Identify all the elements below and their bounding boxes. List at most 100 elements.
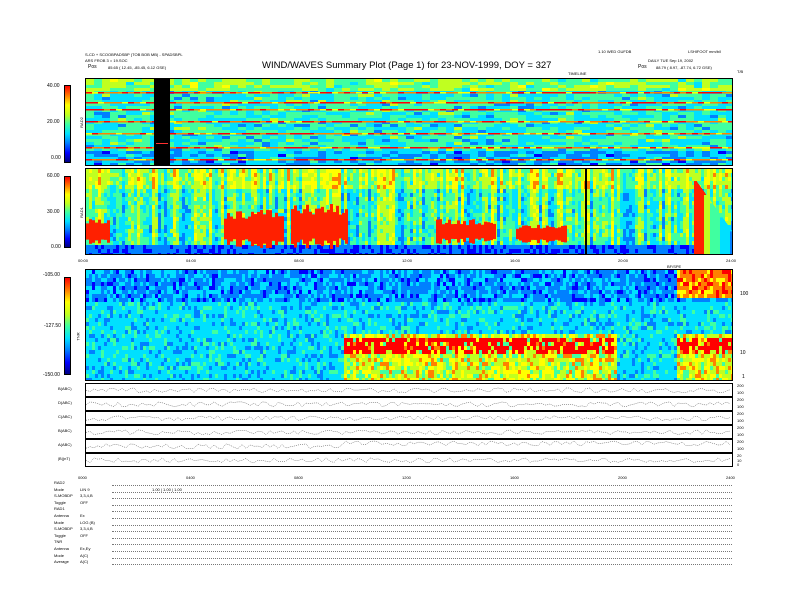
- rad1-cell: [89, 213, 92, 217]
- rad2-cell: [318, 85, 326, 88]
- rad2-cell: [670, 106, 678, 109]
- rad2-cell: [622, 127, 630, 130]
- rad1-cell: [128, 193, 131, 197]
- rad1-cell: [161, 177, 164, 181]
- rad1-cell: [206, 209, 209, 213]
- rad2-cell: [598, 124, 606, 127]
- rad1-cell: [158, 209, 161, 213]
- rad2-band-cell: [470, 92, 476, 94]
- rad2-cell: [94, 127, 102, 130]
- rad2-cell: [390, 127, 398, 130]
- rad2-band-cell: [506, 159, 512, 161]
- rad2-band-cell: [452, 133, 458, 135]
- rad2-cell: [606, 130, 614, 133]
- rad2-band-cell: [446, 147, 452, 149]
- rad2-cell: [366, 106, 374, 109]
- rad1-cell: [260, 185, 263, 189]
- rad2-band-cell: [464, 133, 470, 135]
- rad1-cell: [143, 189, 146, 193]
- rad2-cell: [190, 163, 198, 165]
- rad1-cell: [242, 193, 245, 197]
- rad2-band-cell: [518, 121, 524, 123]
- rad1-cell: [317, 205, 320, 209]
- rad2-band-cell: [644, 159, 650, 161]
- rad1-cell: [278, 249, 281, 253]
- rad2-band-cell: [458, 109, 464, 111]
- rad1-cell: [209, 241, 212, 245]
- rad2-cell: [86, 151, 94, 154]
- rad2-cell: [662, 151, 670, 154]
- rad2-band-cell: [692, 92, 698, 94]
- rad1-cell: [116, 193, 119, 197]
- rad2-cell: [478, 136, 486, 139]
- rad1-cell: [92, 185, 95, 189]
- rad2-band-cell: [416, 159, 422, 161]
- rad2-cell: [222, 94, 230, 97]
- rad2-band-cell: [590, 147, 596, 149]
- rad1-cell: [164, 205, 167, 209]
- rad1-cell: [290, 181, 293, 185]
- rad1-cell: [221, 249, 224, 253]
- rad2-band-cell: [146, 109, 152, 111]
- rad1-cell: [137, 233, 140, 237]
- rad2-cell: [686, 82, 694, 85]
- rad2-band-cell: [590, 133, 596, 135]
- rad2-band-cell: [314, 133, 320, 135]
- rad2-cell: [366, 79, 374, 82]
- rad2-cell: [398, 151, 406, 154]
- rad2-cell: [590, 163, 598, 165]
- rad1-cell: [128, 253, 131, 254]
- rad2-band-cell: [692, 102, 698, 104]
- rad1-cell: [212, 221, 215, 225]
- rad2-band-cell: [236, 159, 242, 161]
- rad2-cell: [318, 94, 326, 97]
- rad1-cell: [125, 249, 128, 253]
- rad1-cell: [302, 249, 305, 253]
- rad1-cell: [251, 205, 254, 209]
- rad2-cell: [326, 88, 334, 91]
- rad2-band-cell: [710, 159, 716, 161]
- rad1-cell: [215, 209, 218, 213]
- rad2-cell: [558, 124, 566, 127]
- rad2-cell: [174, 139, 182, 142]
- rad1-cell: [284, 221, 287, 225]
- rad1-cell: [176, 245, 179, 249]
- rad1-cell: [110, 213, 113, 217]
- rad2-cell: [454, 142, 462, 145]
- rad1-cell: [266, 249, 269, 253]
- rad2-cell: [86, 106, 94, 109]
- rad1-cell: [236, 201, 239, 205]
- rad1-cell: [278, 185, 281, 189]
- rad1-cell: [188, 189, 191, 193]
- rad1-cell: [299, 197, 302, 201]
- rad2-band-cell: [362, 159, 368, 161]
- rad2-cell: [286, 118, 294, 121]
- rad2-cell: [598, 136, 606, 139]
- rad2-cell: [702, 115, 710, 118]
- rad1-cell: [122, 189, 125, 193]
- rad2-cell: [526, 163, 534, 165]
- rad2-cell: [374, 106, 382, 109]
- rad2-band-cell: [722, 147, 728, 149]
- rad1-cell: [119, 221, 122, 225]
- rad1-cell: [248, 201, 251, 205]
- rad2-band-cell: [512, 92, 518, 94]
- rad2-band-cell: [224, 121, 230, 123]
- rad1-cell: [227, 173, 230, 177]
- rad1-cell: [89, 245, 92, 249]
- rad1-cell: [251, 169, 254, 173]
- rad2-band-cell: [110, 147, 116, 149]
- rad2-cell: [302, 106, 310, 109]
- rad2-cell: [686, 151, 694, 154]
- rad1-cell: [203, 169, 206, 173]
- rad2-cell: [286, 85, 294, 88]
- rad1-cell: [299, 253, 302, 254]
- rad2-cell: [718, 163, 726, 165]
- rad2-cell: [454, 124, 462, 127]
- rad2-cell: [102, 118, 110, 121]
- timeline-label: TIMELINE: [568, 71, 587, 76]
- rad2-cell: [558, 127, 566, 130]
- rad2-cell: [86, 115, 94, 118]
- rad2-cell: [518, 115, 526, 118]
- rad2-band-cell: [704, 121, 710, 123]
